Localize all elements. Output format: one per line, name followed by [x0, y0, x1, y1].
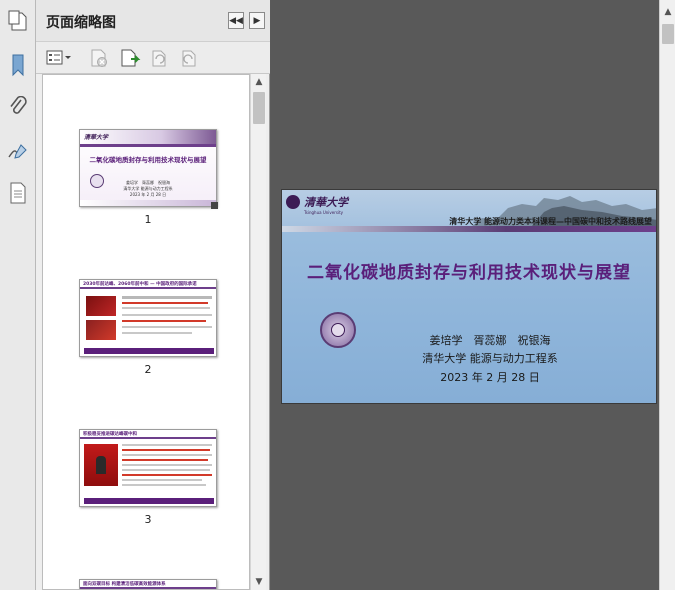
thumb-title: 2030年前达峰、2060年前中和 — 中国政府的国际承诺 — [83, 282, 197, 287]
thumb-text-line — [122, 320, 206, 322]
thumb-logo: 清華大学 — [84, 134, 109, 141]
rotate-left-icon[interactable] — [148, 48, 170, 68]
slide-divider-band — [282, 226, 656, 232]
page-resize-handle[interactable] — [211, 202, 218, 209]
slide-date: 2023 年 2 月 28 日 — [440, 371, 540, 384]
bookmark-icon[interactable] — [6, 52, 30, 78]
thumb-text-line — [122, 302, 208, 304]
thumb-title: 二氧化碳地质封存与利用技术现状与展望 — [89, 156, 207, 164]
thumb-text-line — [122, 484, 206, 486]
thumb-text-line — [122, 296, 212, 299]
slide-logo: 清華大学 — [304, 196, 348, 209]
delete-page-icon[interactable] — [88, 48, 110, 68]
thumb-text-line — [122, 332, 192, 334]
thumb-photo-figure — [96, 456, 106, 474]
thumbnail-page-number: 1 — [144, 213, 152, 226]
scrollbar-thumb[interactable] — [253, 92, 265, 124]
scroll-up-arrow[interactable]: ▲ — [660, 4, 675, 20]
page-thumbnail-1[interactable]: 清華大学 二氧化碳地质封存与利用技术现状与展望 姜培学 胥蕊娜 祝银海 清华大学… — [79, 129, 217, 207]
thumb-text-line — [122, 326, 212, 328]
double-chevron-left-icon: ◀◀ — [229, 15, 243, 26]
attachment-icon[interactable] — [6, 94, 30, 120]
thumb-text-line — [122, 444, 212, 446]
page-thumbnail-4[interactable]: 面向双碳目标 构建清洁低碳高效能源体系 — [79, 579, 217, 589]
thumb-divider — [80, 144, 216, 147]
university-emblem-icon — [286, 195, 300, 209]
signature-icon[interactable] — [6, 138, 30, 164]
thumbnail-page-number: 3 — [144, 513, 152, 526]
thumb-photo — [86, 320, 116, 340]
thumb-date: 2023 年 2 月 28 日 — [129, 192, 167, 197]
thumb-text-line — [122, 469, 210, 471]
thumb-text-line — [122, 479, 202, 481]
thumbnail-list[interactable]: 清華大学 二氧化碳地质封存与利用技术现状与展望 姜培学 胥蕊娜 祝银海 清华大学… — [42, 74, 250, 590]
slide-page[interactable]: 清華大学 Tsinghua University 清华大学 能源动力类本科课程—… — [281, 189, 657, 404]
document-scrollbar[interactable]: ▲ — [659, 0, 675, 590]
page-thumbnail-3[interactable]: 积极稳妥推进碳达峰碳中和 — [79, 429, 217, 507]
thumb-text-line — [122, 307, 210, 309]
thumb-text-line — [122, 474, 212, 476]
slide-logo-en: Tsinghua University — [304, 210, 344, 215]
thumb-text-line — [122, 449, 210, 451]
seal-center — [331, 323, 345, 337]
options-menu-button[interactable] — [46, 48, 72, 68]
expand-panel-button[interactable]: ▶ — [249, 12, 265, 29]
slide-authors: 姜培学 胥蕊娜 祝银海 — [429, 334, 551, 347]
page-thumbnail-2[interactable]: 2030年前达峰、2060年前中和 — 中国政府的国际承诺 — [79, 279, 217, 357]
thumb-title: 积极稳妥推进碳达峰碳中和 — [83, 432, 137, 437]
thumb-title: 面向双碳目标 构建清洁低碳高效能源体系 — [83, 582, 166, 587]
panel-header: 页面缩略图 ◀◀ ▶ — [36, 0, 270, 42]
thumb-text-line — [122, 454, 212, 456]
thumb-text-line — [122, 459, 208, 461]
page-thumbnails-icon[interactable] — [6, 8, 30, 34]
insert-page-icon[interactable] — [118, 48, 142, 68]
scrollbar-thumb[interactable] — [662, 24, 674, 44]
scroll-down-arrow[interactable]: ▼ — [251, 574, 267, 590]
thumbnail-page-number: 2 — [144, 363, 152, 376]
university-seal — [320, 312, 356, 348]
slide-title: 二氧化碳地质封存与利用技术现状与展望 — [307, 263, 631, 283]
document-icon[interactable] — [6, 180, 30, 206]
thumb-footer-band — [84, 348, 214, 354]
slide-department: 清华大学 能源与动力工程系 — [422, 352, 558, 365]
scroll-up-arrow[interactable]: ▲ — [251, 74, 267, 90]
navigation-pane-strip — [0, 0, 36, 590]
slide-header-band: 清華大学 Tsinghua University 清华大学 能源动力类本科课程—… — [282, 190, 656, 226]
thumb-photo — [86, 296, 116, 316]
thumbnail-toolbar — [36, 42, 270, 74]
rotate-right-icon[interactable] — [178, 48, 200, 68]
thumb-text-line — [122, 314, 212, 316]
collapse-panel-button[interactable]: ◀◀ — [228, 12, 244, 29]
thumb-footer-band — [80, 200, 216, 206]
chevron-right-icon: ▶ — [253, 15, 261, 26]
panel-title: 页面缩略图 — [46, 15, 116, 31]
thumb-footer-band — [84, 498, 214, 504]
thumbnail-scrollbar[interactable]: ▲ ▼ — [250, 74, 266, 590]
thumb-text-line — [122, 464, 212, 466]
